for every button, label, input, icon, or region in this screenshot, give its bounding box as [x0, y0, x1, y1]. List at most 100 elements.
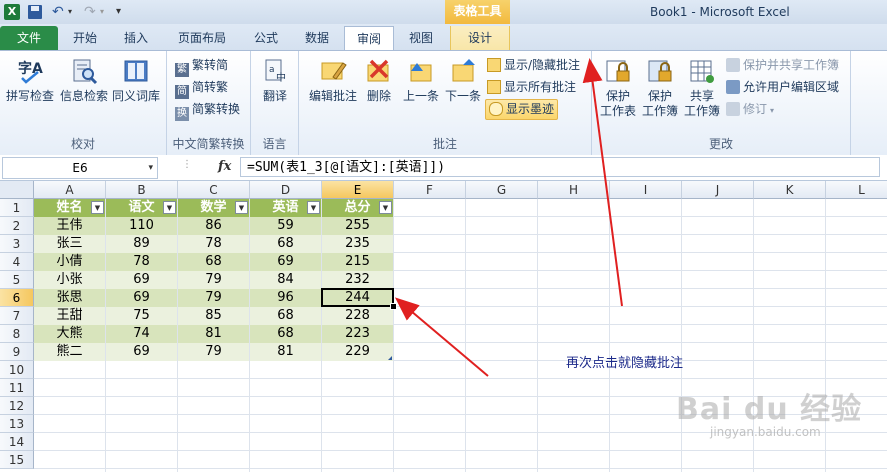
name-box[interactable]: E6 ▾ — [2, 157, 158, 179]
table-resize-handle[interactable] — [388, 356, 392, 360]
table-cell[interactable]: 小张 — [34, 271, 105, 289]
column-header-l[interactable]: L — [826, 181, 887, 199]
table-cell[interactable]: 59 — [250, 217, 321, 235]
row-header-7[interactable]: 7 — [0, 307, 34, 325]
table-cell[interactable]: 89 — [106, 235, 177, 253]
formula-input[interactable]: =SUM(表1_3[@[语文]:[英语]]) — [240, 157, 880, 177]
spelling-button[interactable]: 字A 拼写检查 — [2, 57, 58, 104]
table-cell[interactable]: 232 — [322, 271, 393, 289]
column-header-c[interactable]: C — [178, 181, 250, 199]
column-header-e[interactable]: E — [322, 181, 394, 199]
table-cell[interactable]: 228 — [322, 307, 393, 325]
redo-dropdown-icon[interactable]: ▾ — [100, 4, 108, 20]
column-header-h[interactable]: H — [538, 181, 610, 199]
fill-handle[interactable] — [390, 303, 397, 310]
row-header-13[interactable]: 13 — [0, 415, 34, 433]
row-header-8[interactable]: 8 — [0, 325, 34, 343]
column-header-j[interactable]: J — [682, 181, 754, 199]
next-comment-button[interactable]: 下一条 — [435, 57, 491, 104]
tab-page-layout[interactable]: 页面布局 — [166, 26, 238, 50]
table-cell[interactable]: 69 — [106, 289, 177, 307]
table-cell[interactable]: 69 — [106, 343, 177, 361]
track-changes-button[interactable]: 修订 ▾ — [726, 100, 774, 119]
row-header-12[interactable]: 12 — [0, 397, 34, 415]
to-simplified-button[interactable]: 繁繁转简 — [175, 56, 228, 77]
filter-dropdown-icon[interactable]: ▼ — [379, 201, 392, 214]
table-cell[interactable]: 69 — [106, 271, 177, 289]
insert-function-icon[interactable]: fx — [218, 159, 231, 174]
table-cell[interactable]: 229 — [322, 343, 393, 361]
table-cell[interactable]: 79 — [178, 289, 249, 307]
chinese-convert-button[interactable]: 换简繁转换 — [175, 100, 240, 121]
column-header-d[interactable]: D — [250, 181, 322, 199]
row-header-10[interactable]: 10 — [0, 361, 34, 379]
table-cell[interactable]: 78 — [178, 235, 249, 253]
translate-button[interactable]: a 中 翻译 — [247, 57, 303, 104]
save-icon[interactable] — [28, 5, 42, 19]
tab-review[interactable]: 审阅 — [344, 26, 394, 51]
share-workbook-button[interactable]: 共享 工作簿 — [674, 57, 730, 119]
column-header-b[interactable]: B — [106, 181, 178, 199]
table-cell[interactable]: 69 — [250, 253, 321, 271]
table-cell[interactable]: 81 — [178, 325, 249, 343]
filter-dropdown-icon[interactable]: ▼ — [91, 201, 104, 214]
tab-formulas[interactable]: 公式 — [244, 26, 288, 50]
tab-view[interactable]: 视图 — [398, 26, 444, 50]
show-ink-button[interactable]: 显示墨迹 — [485, 99, 559, 120]
row-header-2[interactable]: 2 — [0, 217, 34, 235]
customize-qat-icon[interactable]: ▾ — [116, 4, 126, 20]
allow-edit-ranges-button[interactable]: 允许用户编辑区域 — [726, 78, 839, 97]
tab-design[interactable]: 设计 — [450, 26, 510, 50]
to-traditional-button[interactable]: 简简转繁 — [175, 78, 228, 99]
table-cell[interactable]: 223 — [322, 325, 393, 343]
table-header-cell[interactable]: 语文 ▼ — [106, 199, 177, 217]
show-all-comments-button[interactable]: 显示所有批注 — [487, 78, 576, 97]
row-header-1[interactable]: 1 — [0, 199, 34, 217]
filter-dropdown-icon[interactable]: ▼ — [163, 201, 176, 214]
table-cell[interactable]: 74 — [106, 325, 177, 343]
table-cell[interactable]: 84 — [250, 271, 321, 289]
table-cell[interactable]: 熊二 — [34, 343, 105, 361]
table-cell[interactable]: 大熊 — [34, 325, 105, 343]
table-cell[interactable]: 85 — [178, 307, 249, 325]
tab-insert[interactable]: 插入 — [112, 26, 160, 50]
table-header-cell[interactable]: 数学 ▼ — [178, 199, 249, 217]
formula-bar-splitter-icon[interactable]: ⋮ — [182, 159, 192, 175]
column-header-g[interactable]: G — [466, 181, 538, 199]
table-header-cell[interactable]: 总分 ▼ — [322, 199, 393, 217]
row-header-9[interactable]: 9 — [0, 343, 34, 361]
undo-dropdown-icon[interactable]: ▾ — [68, 4, 76, 20]
name-box-dropdown-icon[interactable]: ▾ — [148, 158, 153, 178]
table-header-cell[interactable]: 姓名 ▼ — [34, 199, 105, 217]
table-cell[interactable]: 78 — [106, 253, 177, 271]
row-header-3[interactable]: 3 — [0, 235, 34, 253]
table-cell[interactable]: 张三 — [34, 235, 105, 253]
table-cell[interactable]: 255 — [322, 217, 393, 235]
table-cell[interactable]: 110 — [106, 217, 177, 235]
column-header-f[interactable]: F — [394, 181, 466, 199]
tab-file[interactable]: 文件 — [0, 26, 58, 50]
table-cell[interactable]: 215 — [322, 253, 393, 271]
table-cell[interactable]: 81 — [250, 343, 321, 361]
redo-icon[interactable]: ↷ — [84, 4, 100, 20]
filter-dropdown-icon[interactable]: ▼ — [235, 201, 248, 214]
table-cell[interactable]: 68 — [178, 253, 249, 271]
table-cell[interactable]: 79 — [178, 271, 249, 289]
tab-data[interactable]: 数据 — [294, 26, 340, 50]
table-cell[interactable]: 张思 — [34, 289, 105, 307]
row-header-6[interactable]: 6 — [0, 289, 34, 307]
table-cell[interactable]: 王甜 — [34, 307, 105, 325]
column-header-k[interactable]: K — [754, 181, 826, 199]
table-cell[interactable]: 79 — [178, 343, 249, 361]
table-header-cell[interactable]: 英语 ▼ — [250, 199, 321, 217]
tab-home[interactable]: 开始 — [62, 26, 108, 50]
table-cell[interactable]: 小倩 — [34, 253, 105, 271]
row-header-14[interactable]: 14 — [0, 433, 34, 451]
research-button[interactable]: 信息检索 — [56, 57, 112, 104]
select-all-corner[interactable] — [0, 181, 34, 199]
row-header-11[interactable]: 11 — [0, 379, 34, 397]
table-cell[interactable]: 75 — [106, 307, 177, 325]
table-cell[interactable]: 68 — [250, 235, 321, 253]
undo-icon[interactable]: ↶ — [52, 4, 68, 20]
table-cell[interactable]: 235 — [322, 235, 393, 253]
